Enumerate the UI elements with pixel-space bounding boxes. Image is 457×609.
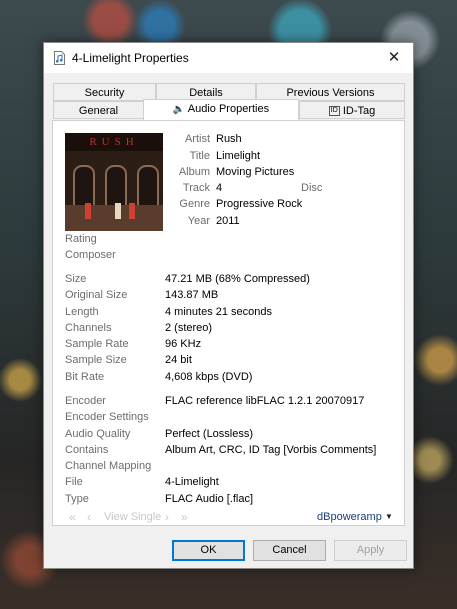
sample-size-label: Sample Size	[65, 354, 127, 366]
sample-rate-label: Sample Rate	[65, 338, 129, 350]
dropdown-arrow-icon[interactable]: ▼	[385, 512, 393, 521]
first-icon[interactable]: «	[69, 510, 76, 524]
tab-id-tag[interactable]: ID ID-Tag	[299, 101, 405, 119]
dbpoweramp-menu[interactable]: dBpoweramp	[317, 511, 382, 523]
original-size-value: 143.87 MB	[165, 289, 219, 301]
bit-rate-value: 4,608 kbps (DVD)	[165, 371, 253, 383]
view-single-link[interactable]: View Single	[104, 511, 161, 523]
next-icon[interactable]: ›	[165, 510, 169, 524]
year-value: 2011	[216, 215, 240, 227]
disc-label: Disc	[301, 182, 323, 194]
speaker-icon: 🔈	[172, 104, 186, 115]
album-art: RUSH	[65, 133, 163, 231]
type-label: Type	[65, 493, 89, 505]
file-label: File	[65, 476, 83, 488]
track-label: Track	[182, 182, 210, 194]
sample-rate-value: 96 KHz	[165, 338, 202, 350]
rating-label: Rating	[65, 233, 97, 245]
tab-general[interactable]: General	[53, 101, 143, 119]
contains-value: Album Art, CRC, ID Tag [Vorbis Comments]	[165, 444, 377, 456]
channel-mapping-label: Channel Mapping	[65, 460, 152, 472]
last-icon[interactable]: »	[181, 510, 188, 524]
sample-size-value: 24 bit	[165, 354, 192, 366]
audio-file-icon	[54, 51, 65, 65]
contains-label: Contains	[65, 444, 109, 456]
track-value: 4	[216, 182, 223, 194]
audio-properties-panel: RUSH Artist Rush Title Limelight Album M…	[52, 120, 405, 526]
album-art-band: RUSH	[65, 133, 163, 151]
type-value: FLAC Audio [.flac]	[165, 493, 254, 505]
previous-icon[interactable]: ‹	[87, 510, 91, 524]
channels-label: Channels	[65, 322, 112, 334]
length-label: Length	[65, 306, 99, 318]
encoder-label: Encoder	[65, 395, 106, 407]
tab-security[interactable]: Security	[53, 83, 156, 101]
audio-quality-label: Audio Quality	[65, 428, 131, 440]
artist-label: Artist	[184, 133, 210, 145]
title-bar: 4-Limelight Properties ✕	[44, 43, 413, 73]
id-tag-icon: ID	[328, 106, 340, 117]
ok-button[interactable]: OK	[172, 540, 245, 561]
bit-rate-label: Bit Rate	[65, 371, 105, 383]
apply-button[interactable]: Apply	[334, 540, 407, 561]
album-value: Moving Pictures	[216, 166, 295, 178]
file-value: 4-Limelight	[165, 476, 219, 488]
encoder-settings-label: Encoder Settings	[65, 411, 149, 423]
genre-value: Progressive Rock	[216, 198, 303, 210]
encoder-value: FLAC reference libFLAC 1.2.1 20070917	[165, 395, 365, 407]
year-label: Year	[187, 215, 210, 227]
size-value: 47.21 MB (68% Compressed)	[165, 273, 310, 285]
size-label: Size	[65, 273, 87, 285]
close-icon[interactable]: ✕	[383, 47, 405, 69]
length-value: 4 minutes 21 seconds	[165, 306, 273, 318]
window-title: 4-Limelight Properties	[72, 51, 189, 65]
tab-audio-properties[interactable]: 🔈 Audio Properties	[143, 99, 299, 120]
title-value: Limelight	[216, 150, 261, 162]
album-label: Album	[178, 166, 210, 178]
original-size-label: Original Size	[65, 289, 128, 301]
channels-value: 2 (stereo)	[165, 322, 213, 334]
genre-label: Genre	[179, 198, 210, 210]
artist-value: Rush	[216, 133, 242, 145]
cancel-button[interactable]: Cancel	[253, 540, 326, 561]
audio-quality-value: Perfect (Lossless)	[165, 428, 254, 440]
properties-dialog: 4-Limelight Properties ✕ Security Detail…	[43, 42, 414, 569]
composer-label: Composer	[65, 249, 116, 261]
title-label: Title	[189, 150, 210, 162]
